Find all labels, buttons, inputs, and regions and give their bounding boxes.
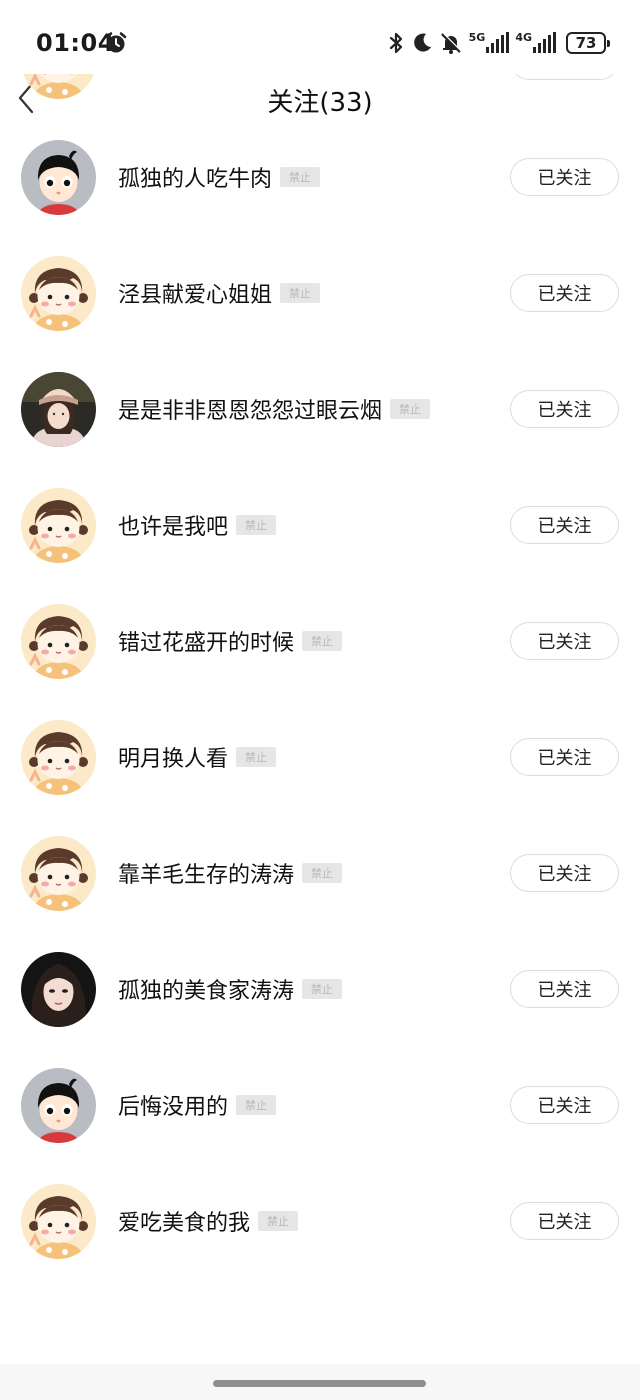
signal-4g: 4G bbox=[515, 32, 556, 54]
name-container: 孤独的美食家涛涛 禁止 bbox=[118, 969, 343, 1009]
mute-icon bbox=[439, 31, 463, 55]
name-container: 泾县献爱心姐姐 禁止 bbox=[118, 273, 321, 313]
battery-level: 73 bbox=[575, 34, 597, 52]
avatar[interactable] bbox=[21, 1183, 96, 1259]
user-name[interactable]: 错过花盛开的时候 bbox=[118, 625, 294, 657]
avatar[interactable] bbox=[21, 719, 96, 795]
name-container: 是是非非恩恩怨怨过眼云烟 禁止 bbox=[118, 389, 431, 429]
ban-badge: 禁止 bbox=[280, 283, 321, 303]
user-name[interactable]: 也许是我吧 bbox=[118, 509, 228, 541]
ban-badge: 禁止 bbox=[236, 1095, 277, 1115]
avatar[interactable] bbox=[21, 139, 96, 215]
following-row[interactable]: 也许是我吧 禁止 已关注 bbox=[0, 467, 640, 583]
avatar[interactable] bbox=[21, 487, 96, 563]
following-row[interactable]: 后悔没用的 禁止 已关注 bbox=[0, 1047, 640, 1163]
name-container: 孤独的人吃牛肉 禁止 bbox=[118, 157, 321, 197]
user-name[interactable]: 爱吃美食的我 bbox=[118, 1205, 250, 1237]
following-row[interactable]: 孤独的人吃牛肉 禁止 已关注 bbox=[0, 119, 640, 235]
following-row[interactable]: 泾县献爱心姐姐 禁止 已关注 bbox=[0, 235, 640, 351]
following-row[interactable]: 不知明的靓仔 已关注 bbox=[0, 74, 640, 119]
user-name[interactable]: 孤独的美食家涛涛 bbox=[118, 973, 294, 1005]
ban-badge: 禁止 bbox=[280, 167, 321, 187]
following-row[interactable]: 爱吃美食的我 禁止 已关注 bbox=[0, 1163, 640, 1279]
home-indicator[interactable] bbox=[213, 1380, 426, 1387]
ban-badge: 禁止 bbox=[258, 1211, 299, 1231]
following-row[interactable]: 是是非非恩恩怨怨过眼云烟 禁止 已关注 bbox=[0, 351, 640, 467]
following-button[interactable]: 已关注 bbox=[510, 1086, 619, 1124]
ban-badge: 禁止 bbox=[302, 979, 343, 999]
ban-badge: 禁止 bbox=[390, 399, 431, 419]
bluetooth-icon bbox=[387, 31, 405, 55]
following-button[interactable]: 已关注 bbox=[510, 506, 619, 544]
name-container: 也许是我吧 禁止 bbox=[118, 505, 277, 545]
following-row[interactable]: 靠羊毛生存的涛涛 禁止 已关注 bbox=[0, 815, 640, 931]
following-button[interactable]: 已关注 bbox=[510, 854, 619, 892]
following-button[interactable]: 已关注 bbox=[510, 390, 619, 428]
user-name[interactable]: 明月换人看 bbox=[118, 741, 228, 773]
alarm-icon bbox=[104, 31, 128, 55]
name-container: 不知明的靓仔 bbox=[118, 74, 316, 81]
user-name[interactable]: 后悔没用的 bbox=[118, 1089, 228, 1121]
user-name[interactable]: 泾县献爱心姐姐 bbox=[118, 277, 272, 309]
avatar[interactable] bbox=[21, 1067, 96, 1143]
signal-5g: 5G bbox=[469, 32, 510, 54]
moon-icon bbox=[411, 32, 433, 54]
user-name[interactable]: 不知明的靓仔 bbox=[118, 74, 250, 77]
avatar[interactable] bbox=[21, 371, 96, 447]
following-row[interactable]: 错过花盛开的时候 禁止 已关注 bbox=[0, 583, 640, 699]
ban-badge: 禁止 bbox=[236, 747, 277, 767]
ban-badge: 禁止 bbox=[302, 863, 343, 883]
avatar[interactable] bbox=[21, 603, 96, 679]
gesture-bar bbox=[0, 1364, 640, 1400]
avatar[interactable] bbox=[21, 835, 96, 911]
ban-badge: 禁止 bbox=[236, 515, 277, 535]
status-icons: 5G 4G 73 bbox=[387, 28, 610, 58]
following-row[interactable]: 明月换人看 禁止 已关注 bbox=[0, 699, 640, 815]
following-row[interactable]: 孤独的美食家涛涛 禁止 已关注 bbox=[0, 931, 640, 1047]
name-container: 明月换人看 禁止 bbox=[118, 737, 277, 777]
avatar[interactable] bbox=[21, 255, 96, 331]
name-container: 后悔没用的 禁止 bbox=[118, 1085, 277, 1125]
name-container: 爱吃美食的我 禁止 bbox=[118, 1201, 299, 1241]
following-button[interactable]: 已关注 bbox=[510, 74, 619, 80]
following-list[interactable]: 不知明的靓仔已关注 孤独的人吃牛肉禁止已关注 泾县献爱心姐姐禁止已关注 bbox=[0, 74, 640, 1364]
following-button[interactable]: 已关注 bbox=[510, 738, 619, 776]
user-name[interactable]: 是是非非恩恩怨怨过眼云烟 bbox=[118, 393, 382, 425]
avatar[interactable] bbox=[21, 951, 96, 1027]
following-button[interactable]: 已关注 bbox=[510, 274, 619, 312]
name-container: 靠羊毛生存的涛涛 禁止 bbox=[118, 853, 343, 893]
following-button[interactable]: 已关注 bbox=[510, 158, 619, 196]
following-button[interactable]: 已关注 bbox=[510, 622, 619, 660]
avatar[interactable] bbox=[21, 74, 96, 99]
name-container: 错过花盛开的时候 禁止 bbox=[118, 621, 343, 661]
following-button[interactable]: 已关注 bbox=[510, 970, 619, 1008]
user-name[interactable]: 孤独的人吃牛肉 bbox=[118, 161, 272, 193]
user-name[interactable]: 靠羊毛生存的涛涛 bbox=[118, 857, 294, 889]
battery-icon: 73 bbox=[566, 32, 610, 54]
ban-badge: 禁止 bbox=[302, 631, 343, 651]
following-button[interactable]: 已关注 bbox=[510, 1202, 619, 1240]
